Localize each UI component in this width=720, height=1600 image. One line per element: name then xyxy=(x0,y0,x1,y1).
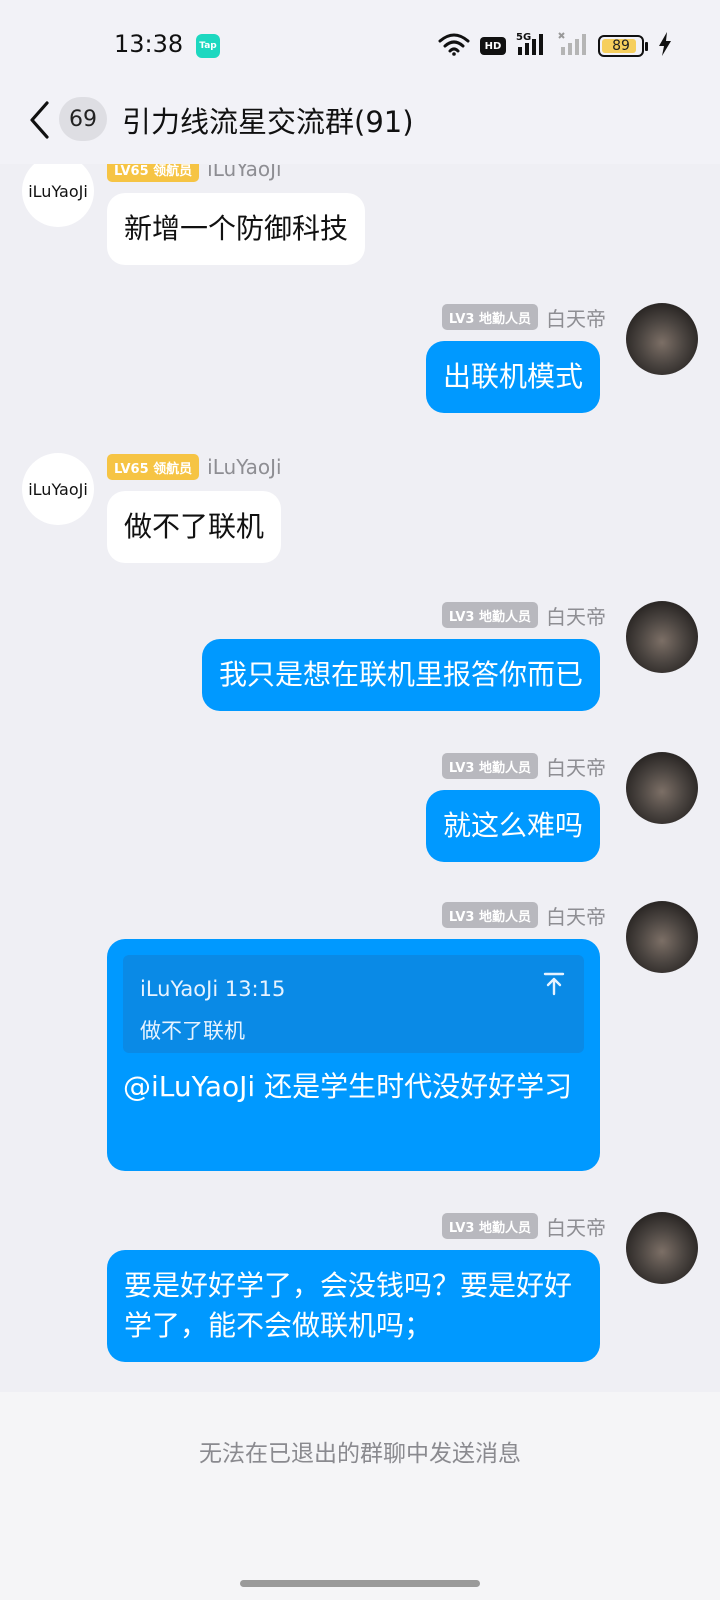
level-badge: LV3 地勤人员 xyxy=(441,902,538,928)
sender-name[interactable]: 白天帝 xyxy=(546,303,606,332)
quoted-message[interactable]: iLuYaoJi 13:15 做不了联机 xyxy=(123,955,584,1053)
tap-app-icon: Tap xyxy=(196,34,220,58)
chevron-left-icon xyxy=(30,101,49,139)
level-badge: LV3 地勤人员 xyxy=(441,753,538,779)
message-meta: LV3 地勤人员 白天帝 xyxy=(441,752,606,781)
reply-text: @iLuYaoJi 还是学生时代没好好学习 xyxy=(123,1070,573,1103)
5g-signal-icon: 5G xyxy=(516,31,548,61)
avatar[interactable] xyxy=(626,1212,698,1284)
home-indicator[interactable] xyxy=(240,1580,480,1587)
sender-name[interactable]: iLuYaoJi xyxy=(207,455,281,479)
sender-name[interactable]: iLuYaoJi xyxy=(207,164,281,181)
avatar-logo-text: iLuYaoJi xyxy=(28,181,88,201)
group-title[interactable]: 引力线流星交流群(91) xyxy=(122,99,414,141)
message-bubble[interactable]: 做不了联机 xyxy=(107,491,282,563)
hd-icon: HD xyxy=(480,37,506,55)
avatar[interactable] xyxy=(626,752,698,824)
level-badge: LV3 地勤人员 xyxy=(441,602,538,628)
battery-level: 89 xyxy=(612,38,630,54)
status-icons: HD 5G 89 xyxy=(428,31,672,61)
battery-tip xyxy=(645,41,648,51)
wifi-icon xyxy=(438,32,470,60)
avatar[interactable] xyxy=(626,601,698,673)
message-bubble[interactable]: 我只是想在联机里报答你而已 xyxy=(201,639,600,711)
battery-icon: 89 xyxy=(598,35,644,57)
quote-text: 做不了联机 xyxy=(140,1019,245,1043)
chat-message-list[interactable]: iLuYaoJi LV65 领航员 iLuYaoJi 新增一个防御科技 LV3 … xyxy=(0,164,720,1392)
signal-icon xyxy=(558,31,588,61)
message-bubble[interactable]: 就这么难吗 xyxy=(425,790,600,862)
level-badge: LV3 地勤人员 xyxy=(441,1213,538,1239)
cannot-send-notice: 无法在已退出的群聊中发送消息 xyxy=(199,1441,521,1467)
message-meta: LV3 地勤人员 白天帝 xyxy=(441,303,606,332)
network-label: 5G xyxy=(516,32,531,43)
message-meta: LV65 领航员 iLuYaoJi xyxy=(107,453,282,481)
message-meta: LV3 地勤人员 白天帝 xyxy=(441,1212,606,1241)
back-button[interactable] xyxy=(22,96,56,144)
sender-name[interactable]: 白天帝 xyxy=(546,601,606,630)
status-bar: 13:38 Tap HD 5G 89 xyxy=(0,0,720,90)
level-badge: LV65 领航员 xyxy=(107,164,200,182)
reply-message-bubble[interactable]: iLuYaoJi 13:15 做不了联机 @iLuYaoJi 还是学生时代没好好… xyxy=(107,939,600,1171)
sender-name[interactable]: 白天帝 xyxy=(546,1212,606,1241)
message-bubble[interactable]: 要是好好学了，会没钱吗？要是好好学了，能不会做联机吗； xyxy=(107,1250,600,1362)
avatar[interactable]: iLuYaoJi xyxy=(22,453,94,525)
message-meta: LV65 领航员 iLuYaoJi xyxy=(107,164,282,183)
quote-header: iLuYaoJi 13:15 xyxy=(140,977,286,1001)
avatar-logo-text: iLuYaoJi xyxy=(28,479,88,499)
sender-name[interactable]: 白天帝 xyxy=(546,901,606,930)
sender-name[interactable]: 白天帝 xyxy=(546,752,606,781)
charging-icon xyxy=(658,32,672,60)
message-meta: LV3 地勤人员 白天帝 xyxy=(441,601,606,630)
avatar[interactable] xyxy=(626,303,698,375)
status-time: 13:38 xyxy=(114,30,184,58)
avatar[interactable]: iLuYaoJi xyxy=(22,164,94,227)
message-bubble[interactable]: 出联机模式 xyxy=(425,341,600,413)
level-badge: LV65 领航员 xyxy=(107,454,200,480)
message-bubble[interactable]: 新增一个防御科技 xyxy=(107,193,366,265)
jump-to-quote-icon[interactable] xyxy=(540,970,568,998)
input-area-disabled: 无法在已退出的群聊中发送消息 xyxy=(0,1392,720,1600)
nav-bar: 69 引力线流星交流群(91) xyxy=(0,90,720,164)
level-badge: LV3 地勤人员 xyxy=(441,304,538,330)
avatar[interactable] xyxy=(626,901,698,973)
message-meta: LV3 地勤人员 白天帝 xyxy=(441,901,606,930)
unread-count-badge[interactable]: 69 xyxy=(59,97,107,141)
